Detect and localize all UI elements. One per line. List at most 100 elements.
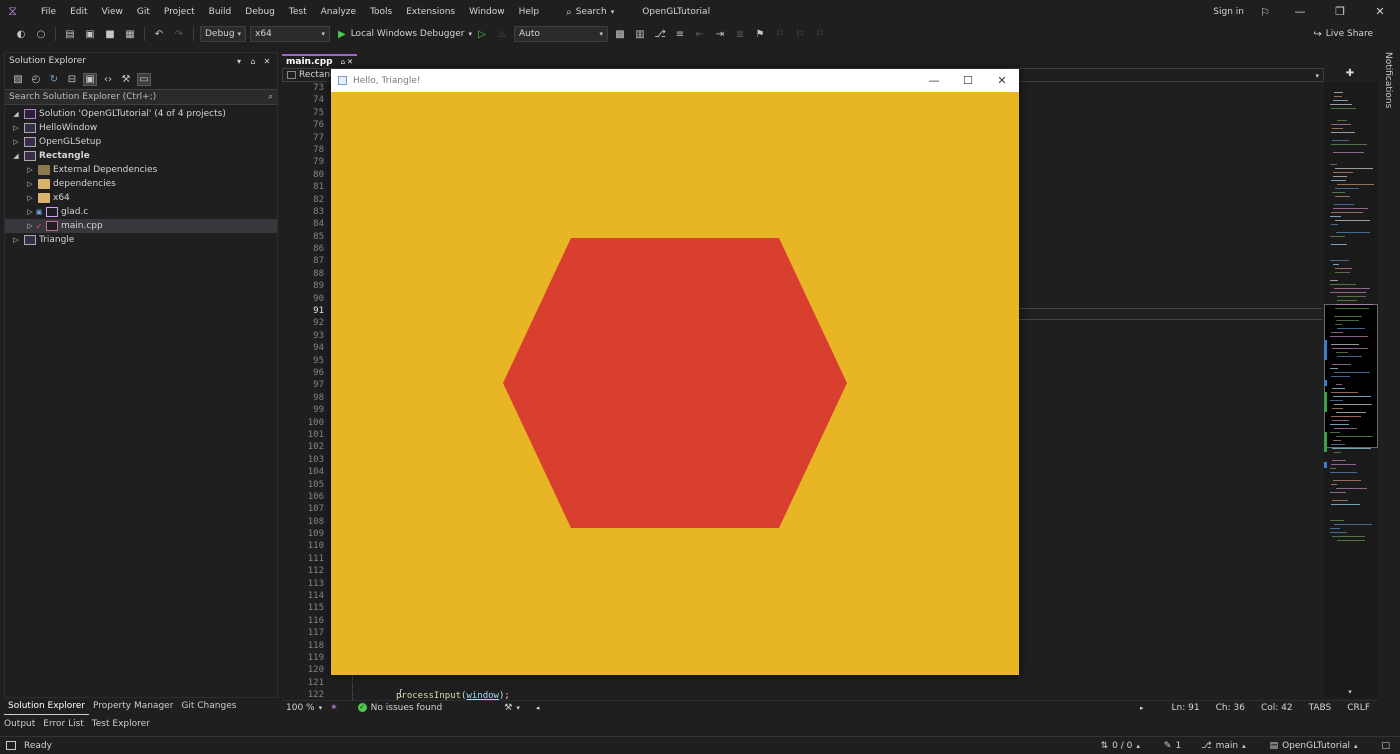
maximize-button[interactable]: ☐ [951,74,985,87]
solution-explorer-search[interactable]: Search Solution Explorer (Ctrl+;) ⌕ [5,89,277,105]
close-icon[interactable]: ✕ [261,57,273,66]
clear-bookmarks-icon[interactable]: ⚐ [813,29,827,40]
output-window-icon[interactable] [6,741,16,750]
save-icon[interactable]: ■ [103,29,117,40]
commits-indicator[interactable]: ✎ 1 [1154,741,1191,751]
view-code-icon[interactable]: ‹› [101,74,115,85]
expand-arrow-icon[interactable]: ▷ [25,208,35,216]
menu-item-help[interactable]: Help [512,0,547,24]
menu-item-debug[interactable]: Debug [238,0,282,24]
menu-item-build[interactable]: Build [202,0,239,24]
close-button[interactable]: ✕ [985,74,1019,87]
ai-assist-icon[interactable]: ✶ [330,703,338,713]
collapse-all-icon[interactable]: ⊟ [65,74,79,85]
close-button[interactable]: ✕ [1360,0,1400,24]
tab-git-changes[interactable]: Git Changes [177,698,240,714]
redo-icon[interactable]: ↷ [172,29,186,40]
indent-indicator[interactable]: TABS [1301,703,1340,713]
menu-item-tools[interactable]: Tools [363,0,399,24]
tab-main-cpp[interactable]: main.cpp ⌂ ✕ [282,54,357,68]
git-icon[interactable]: ⎇ [653,29,667,40]
toolbox-icon[interactable]: ▩ [613,29,627,40]
start-debugging-button[interactable]: ▶ Local Windows Debugger ▾ [338,29,472,40]
tree-item[interactable]: ◢Solution 'OpenGLTutorial' (4 of 4 proje… [5,107,277,121]
maximize-button[interactable]: ❐ [1320,0,1360,24]
expand-arrow-icon[interactable]: ▷ [25,180,35,188]
tab-output[interactable]: Output [0,716,39,732]
show-all-files-icon[interactable]: ▣ [83,73,97,86]
auto-select[interactable]: Auto ▾ [514,26,608,42]
save-all-icon[interactable]: ▦ [123,29,137,40]
new-project-icon[interactable]: ▤ [63,29,77,40]
switch-views-icon[interactable]: ▧ [11,74,25,85]
expand-arrow-icon[interactable]: ▷ [25,194,35,202]
close-icon[interactable]: ✕ [347,58,353,66]
char-indicator[interactable]: Ch: 36 [1208,703,1253,713]
undo-icon[interactable]: ↶ [152,29,166,40]
tree-item[interactable]: ▷dependencies [5,177,277,191]
issues-indicator[interactable]: ✓ No issues found [358,703,443,713]
menu-item-view[interactable]: View [95,0,130,24]
format-icon[interactable]: ≡ [673,29,687,40]
tab-test-explorer[interactable]: Test Explorer [88,716,154,732]
preview-selected-icon[interactable]: ▭ [137,73,151,86]
scroll-left-icon[interactable]: ◂ [536,704,540,712]
menu-item-file[interactable]: File [34,0,63,24]
layout-icon[interactable]: ▥ [633,29,647,40]
expand-arrow-icon[interactable]: ▷ [25,166,35,174]
scroll-right-icon[interactable]: ▸ [1132,704,1152,712]
menu-item-project[interactable]: Project [157,0,202,24]
chevron-down-icon[interactable]: ▾ [1315,69,1319,83]
bookmark-icon[interactable]: ⚑ [753,29,767,40]
pin-icon[interactable]: ⌂ [247,57,259,66]
back-icon[interactable]: ◐ [14,29,28,40]
expand-arrow-icon[interactable]: ▷ [11,138,21,146]
branch-indicator[interactable]: ⎇ main ▴ [1191,741,1259,751]
col-indicator[interactable]: Col: 42 [1253,703,1301,713]
tree-item[interactable]: ▷✓main.cpp [5,219,277,233]
zoom-select[interactable]: 100 % ▾ [282,703,326,713]
start-without-debugging-icon[interactable]: ▷ [475,29,489,40]
menu-item-test[interactable]: Test [282,0,314,24]
tree-item[interactable]: ▷HelloWindow [5,121,277,135]
notifications-bell-icon[interactable]: □ [1371,741,1400,751]
history-icon[interactable]: ◴ [29,74,43,85]
properties-icon[interactable]: ⚒ [119,74,133,85]
menu-item-window[interactable]: Window [462,0,512,24]
tree-item[interactable]: ▷x64 [5,191,277,205]
live-share-button[interactable]: ↪ Live Share [1313,24,1373,44]
tree-item[interactable]: ▷▣glad.c [5,205,277,219]
repo-indicator[interactable]: ▤ OpenGLTutorial ▴ [1260,741,1372,751]
open-folder-icon[interactable]: ▣ [83,29,97,40]
hot-reload-icon[interactable]: ♨ [495,29,509,40]
configuration-select[interactable]: Debug ▾ [200,26,246,42]
expand-arrow-icon[interactable]: ▷ [11,124,21,132]
comment-icon[interactable]: ≣ [733,29,747,40]
collapse-arrow-icon[interactable]: ◢ [11,152,21,160]
opengl-window[interactable]: Hello, Triangle! — ☐ ✕ [331,69,1019,675]
menu-item-git[interactable]: Git [130,0,157,24]
tree-item[interactable]: ▷External Dependencies [5,163,277,177]
tab-property-manager[interactable]: Property Manager [89,698,177,714]
menu-item-analyze[interactable]: Analyze [314,0,363,24]
cleanup-icon[interactable]: ⚒ [504,703,512,713]
tree-item[interactable]: ▷OpenGLSetup [5,135,277,149]
expand-arrow-icon[interactable]: ▷ [25,222,35,230]
pin-icon[interactable]: ⌂ [341,58,345,66]
search-box[interactable]: ⌕ Search ▾ [560,3,620,21]
scroll-down-icon[interactable]: ▾ [1344,688,1356,696]
account-icon[interactable]: ⚐ [1250,6,1280,19]
split-editor-icon[interactable]: ✚ [1340,68,1360,82]
changes-indicator[interactable]: ⇅ 0 / 0 ▴ [1091,741,1154,751]
platform-select[interactable]: x64 ▾ [250,26,330,42]
line-indicator[interactable]: Ln: 91 [1164,703,1208,713]
menu-item-extensions[interactable]: Extensions [399,0,462,24]
refresh-icon[interactable]: ↻ [47,74,61,85]
next-bookmark-icon[interactable]: ⚐ [793,29,807,40]
opengl-window-titlebar[interactable]: Hello, Triangle! — ☐ ✕ [331,69,1019,92]
forward-icon[interactable]: ○ [34,29,48,40]
sign-in-link[interactable]: Sign in [1213,7,1244,17]
outdent-icon[interactable]: ⇤ [693,29,707,40]
expand-arrow-icon[interactable]: ▷ [11,236,21,244]
minimize-button[interactable]: — [1280,0,1320,24]
